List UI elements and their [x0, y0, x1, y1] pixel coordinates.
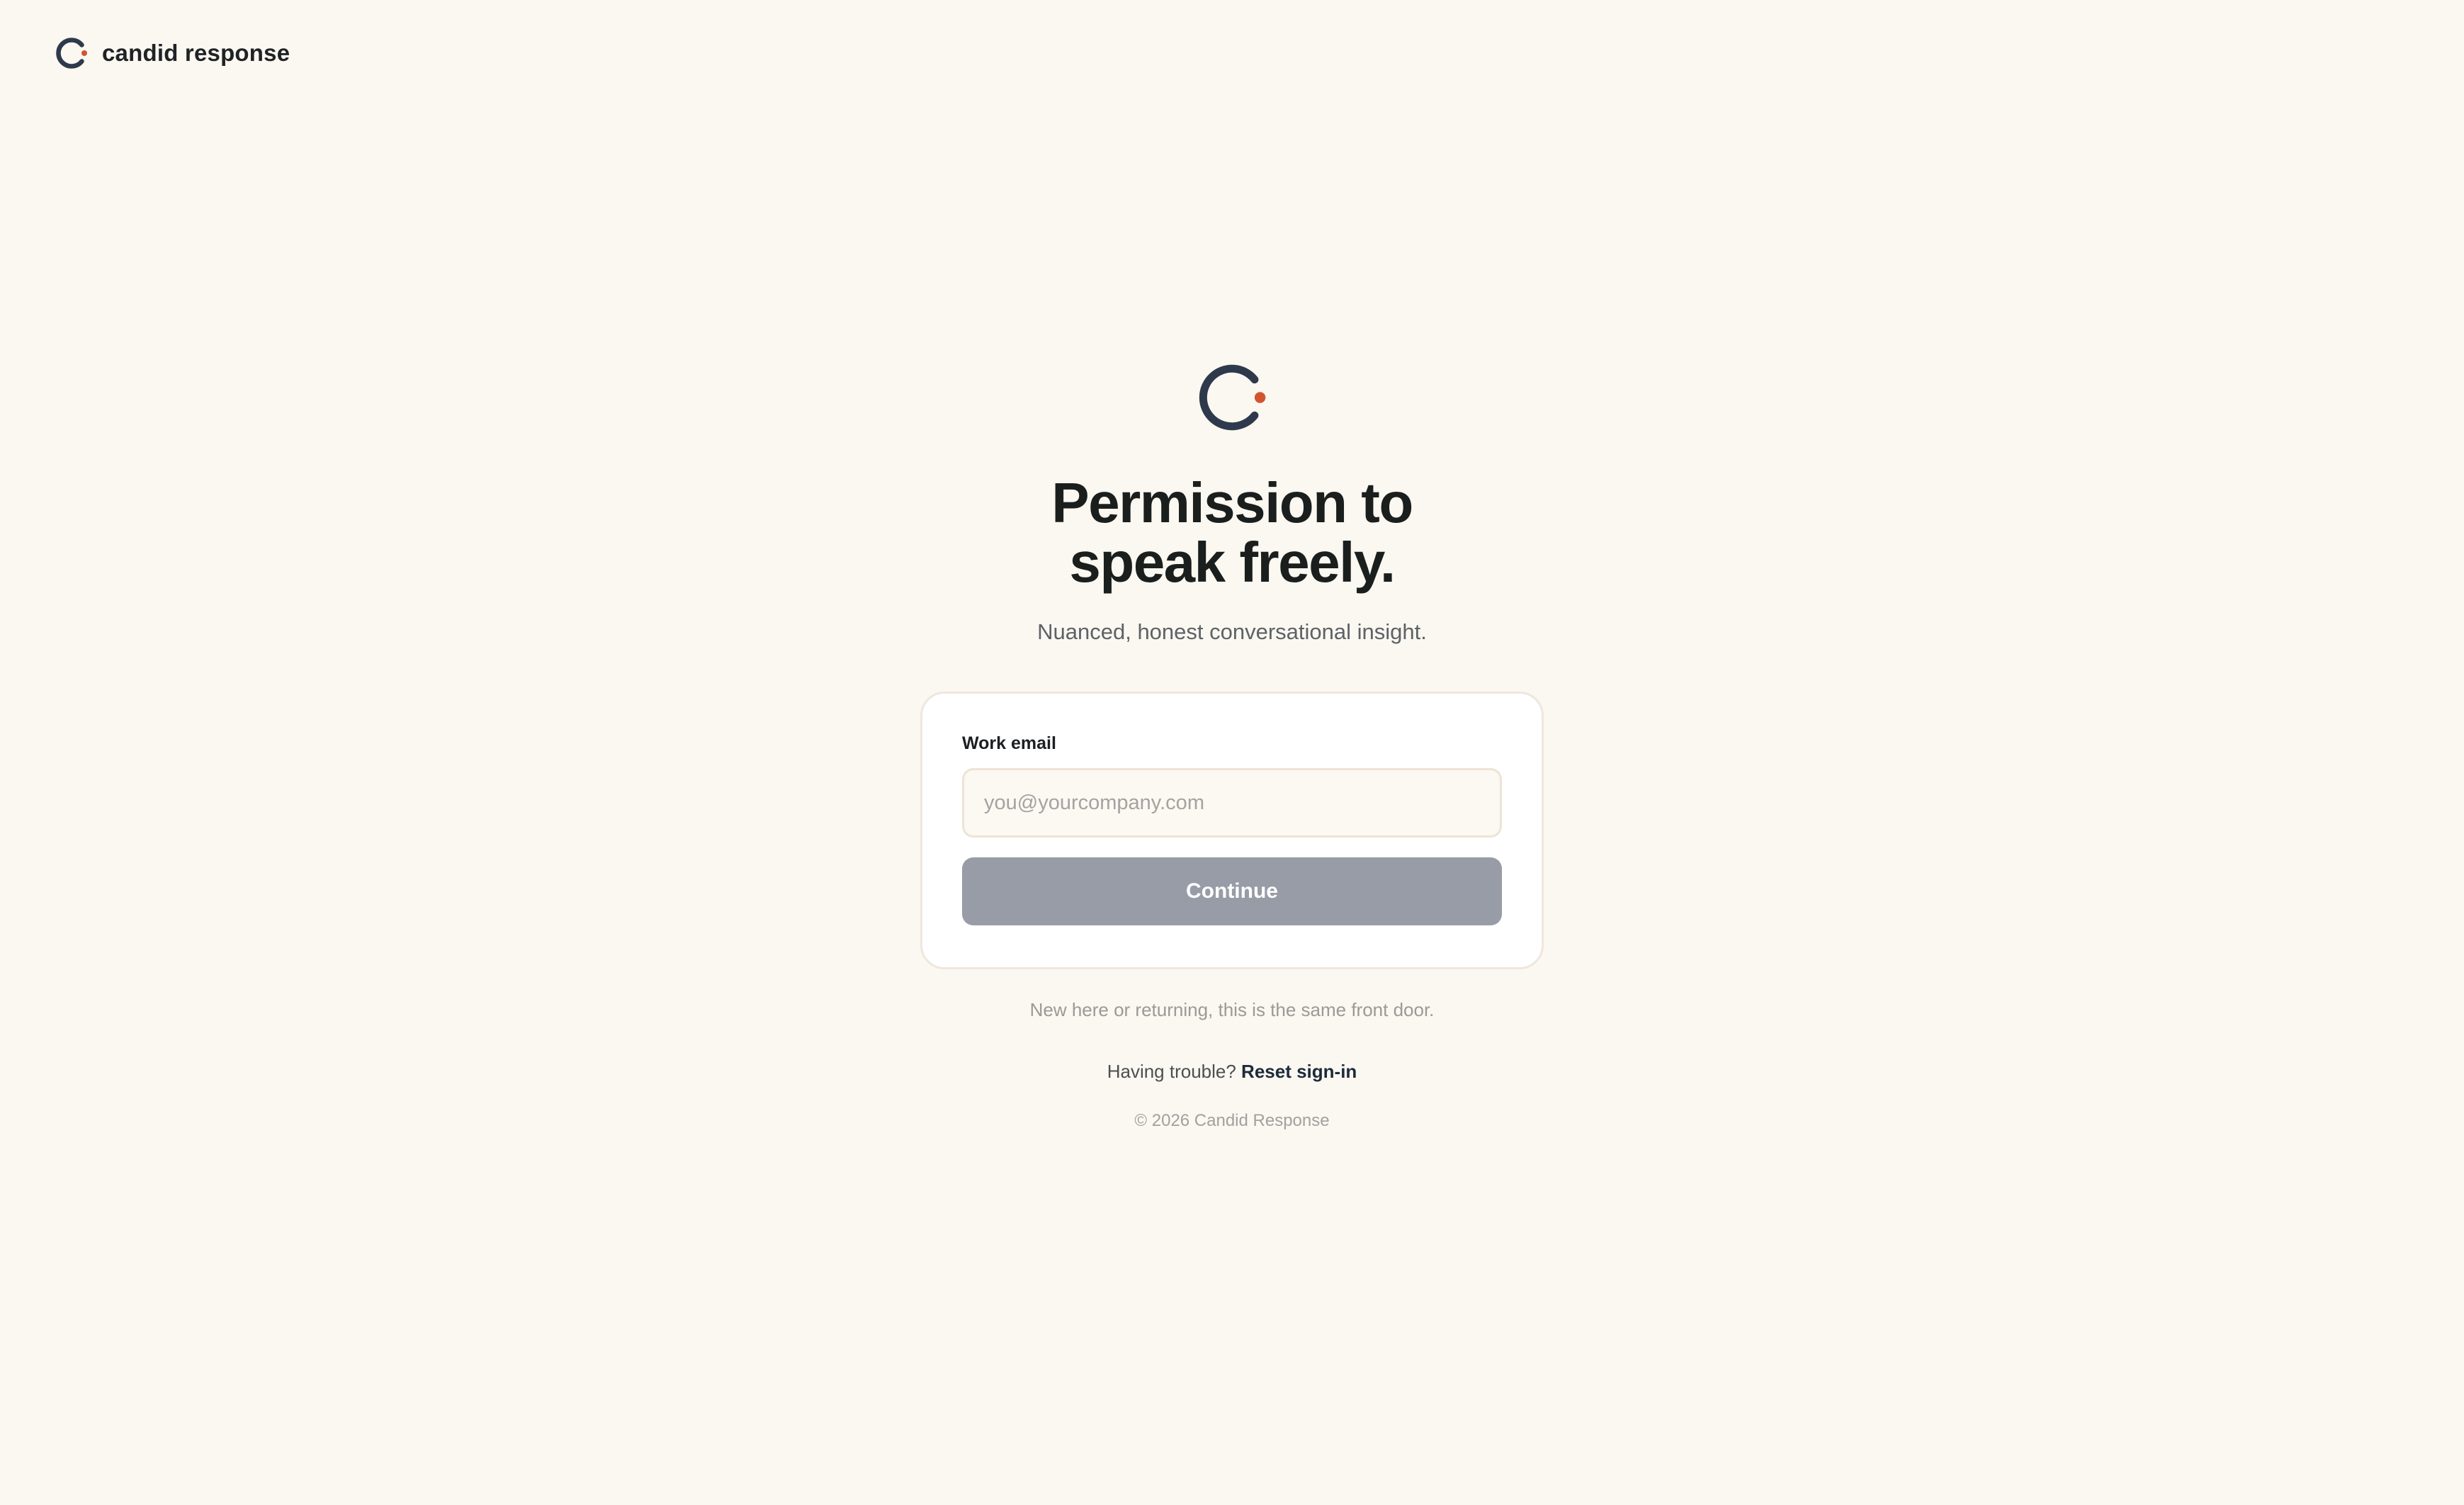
trouble-text: Having trouble? [1107, 1061, 1242, 1082]
continue-button[interactable]: Continue [962, 857, 1502, 925]
email-field[interactable] [962, 768, 1502, 838]
page-headline: Permission to speak freely. [1051, 473, 1413, 592]
candid-c-hero-logo-icon [1199, 364, 1266, 431]
copyright-text: © 2026 Candid Response [1134, 1111, 1330, 1130]
page-subtitle: Nuanced, honest conversational insight. [1037, 619, 1427, 644]
helper-note: New here or returning, this is the same … [1029, 999, 1435, 1020]
brand-name: candid response [102, 40, 290, 66]
sign-in-panel: Permission to speak freely. Nuanced, hon… [0, 359, 2464, 1131]
brand-header[interactable]: candid response [54, 35, 290, 71]
candid-c-logo-icon [56, 38, 87, 69]
email-label: Work email [962, 733, 1056, 753]
headline-line-2: speak freely. [1069, 531, 1396, 594]
reset-sign-in-link[interactable]: Reset sign-in [1241, 1061, 1357, 1082]
trouble-row: Having trouble? Reset sign-in [1107, 1061, 1357, 1083]
sign-in-page: candid response Permission to speak free… [0, 0, 2464, 1505]
headline-line-1: Permission to [1051, 471, 1413, 534]
sign-in-card: Work email Continue [920, 692, 1544, 969]
